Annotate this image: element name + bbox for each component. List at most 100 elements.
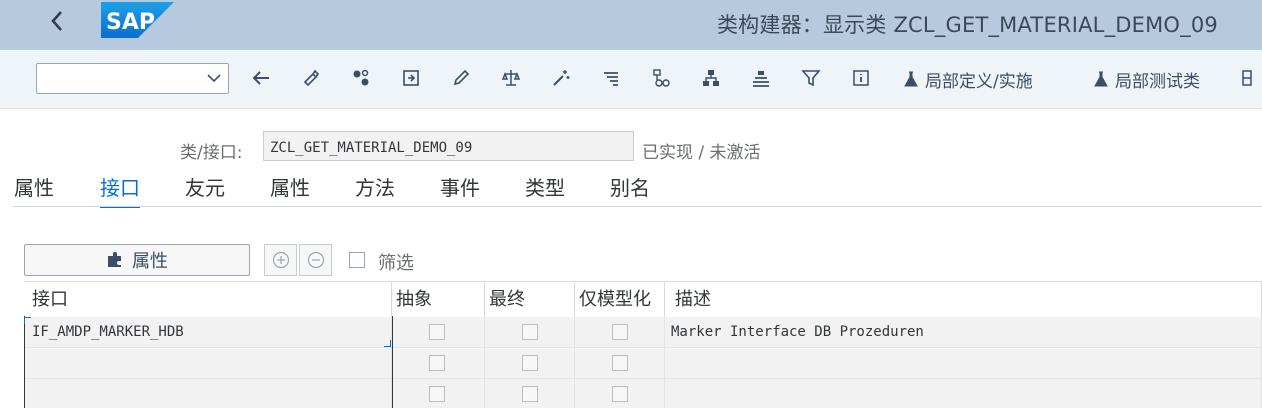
class-status-text: 已实现 / 未激活 — [642, 143, 761, 163]
row-marker-line — [24, 316, 25, 408]
abstract-cell — [392, 348, 485, 378]
info-button[interactable] — [851, 68, 871, 88]
puzzle-icon — [108, 252, 121, 267]
tab-properties[interactable]: 属性 — [14, 172, 54, 206]
edit-icon — [453, 69, 470, 86]
activate-icon — [403, 70, 419, 86]
stack-icon — [753, 71, 769, 87]
modeled-only-checkbox[interactable] — [612, 324, 628, 340]
tab-types[interactable]: 类型 — [525, 172, 565, 206]
where-used-icon — [353, 69, 369, 86]
abstract-checkbox[interactable] — [429, 324, 445, 340]
final-checkbox[interactable] — [522, 386, 538, 402]
flask-icon — [904, 71, 918, 87]
attributes-button-label: 属性 — [132, 251, 168, 272]
tab-attributes[interactable]: 属性 — [270, 172, 310, 206]
filter-button[interactable] — [801, 68, 821, 88]
column-header-final[interactable]: 最终 — [485, 282, 575, 318]
local-definitions-button[interactable]: 局部定义/实施 — [903, 67, 1033, 92]
title-bar: SAP 类构建器：显示类 ZCL_GET_MATERIAL_DEMO_09 — [0, 0, 1262, 50]
attributes-button[interactable]: 属性 — [24, 244, 250, 276]
abstract-checkbox[interactable] — [429, 355, 445, 371]
description-cell — [665, 348, 1262, 378]
modeled-only-checkbox[interactable] — [612, 386, 628, 402]
column-header-description[interactable]: 描述 — [665, 282, 1262, 318]
modeled-only-cell — [575, 379, 665, 408]
final-checkbox[interactable] — [522, 355, 538, 371]
tab-strip: 属性 接口 友元 属性 方法 事件 类型 别名 — [0, 172, 1262, 208]
svg-text:SAP: SAP — [106, 10, 155, 35]
final-cell — [485, 317, 575, 347]
command-field[interactable] — [36, 63, 229, 94]
modeled-only-checkbox[interactable] — [612, 355, 628, 371]
overflow-icon — [1242, 70, 1252, 86]
abstract-cell — [392, 379, 485, 408]
sap-logo: SAP — [101, 2, 174, 38]
back-button[interactable] — [44, 8, 70, 34]
tab-interfaces[interactable]: 接口 — [100, 172, 140, 208]
description-cell — [665, 379, 1262, 408]
abstract-checkbox[interactable] — [429, 386, 445, 402]
column-header-interface[interactable]: 接口 — [24, 282, 392, 318]
tab-methods[interactable]: 方法 — [355, 172, 395, 206]
other-object-button[interactable] — [301, 68, 321, 88]
add-row-button[interactable] — [264, 244, 297, 276]
activate-button[interactable] — [401, 68, 421, 88]
stack-button[interactable] — [751, 68, 771, 88]
final-cell — [485, 348, 575, 378]
plus-circle-icon — [272, 251, 289, 269]
table-header: 接口 抽象 最终 仅模型化 描述 — [24, 281, 1262, 319]
wizard-button[interactable] — [551, 68, 571, 88]
chevron-down-icon — [207, 74, 221, 83]
more-button[interactable] — [1240, 68, 1260, 88]
final-cell — [485, 379, 575, 408]
page-title: 类构建器：显示类 ZCL_GET_MATERIAL_DEMO_09 — [716, 13, 1218, 37]
interface-name-cell[interactable]: IF_AMDP_MARKER_HDB — [24, 317, 392, 347]
tree-icon — [703, 70, 719, 86]
modeled-only-cell — [575, 348, 665, 378]
magic-wand-icon — [553, 70, 570, 86]
back-arrow-button[interactable] — [251, 68, 271, 88]
minus-circle-icon — [307, 251, 324, 269]
abstract-cell — [392, 317, 786, 347]
interface-name-cell[interactable] — [24, 379, 392, 408]
column-separator — [392, 316, 393, 408]
remove-row-button[interactable] — [299, 244, 332, 276]
tab-aliases[interactable]: 别名 — [610, 172, 650, 206]
description-cell: Marker Interface DB Prozeduren — [665, 317, 1262, 347]
hierarchy-icon — [653, 69, 670, 87]
graph-button[interactable] — [651, 68, 671, 88]
tab-events[interactable]: 事件 — [440, 172, 480, 206]
table-row[interactable] — [24, 348, 1262, 379]
column-header-modeled-only[interactable]: 仅模型化 — [575, 282, 665, 318]
flask-icon — [1094, 71, 1108, 87]
table-row[interactable] — [24, 379, 1262, 408]
filter-list-icon — [604, 72, 618, 86]
check-button[interactable] — [501, 68, 521, 88]
funnel-icon — [801, 70, 821, 87]
column-header-abstract[interactable]: 抽象 — [392, 282, 485, 318]
interface-name-cell[interactable] — [24, 348, 392, 378]
application-toolbar: 局部定义/实施 局部测试类 — [0, 50, 1262, 109]
edit-button[interactable] — [451, 68, 471, 88]
focus-corner — [384, 340, 391, 347]
tab-friends[interactable]: 友元 — [185, 172, 225, 206]
local-definitions-label: 局部定义/实施 — [925, 71, 1033, 92]
pretty-printer-button[interactable] — [601, 68, 621, 88]
focus-corner — [24, 317, 31, 324]
filter-label: 筛选 — [378, 253, 414, 274]
chevron-left-icon — [51, 11, 62, 31]
class-name-field[interactable]: ZCL_GET_MATERIAL_DEMO_09 — [263, 131, 634, 161]
local-test-classes-button[interactable]: 局部测试类 — [1093, 67, 1200, 92]
local-test-classes-label: 局部测试类 — [1115, 71, 1200, 92]
where-used-button[interactable] — [351, 68, 371, 88]
modeled-only-cell — [575, 317, 665, 347]
info-icon — [853, 70, 869, 86]
arrow-left-icon — [252, 71, 269, 85]
other-object-icon — [303, 69, 320, 87]
filter-checkbox[interactable] — [349, 252, 365, 268]
balance-icon — [501, 70, 521, 86]
final-checkbox[interactable] — [522, 324, 538, 340]
table-row[interactable]: IF_AMDP_MARKER_HDB Marker Interface DB P… — [24, 317, 1262, 348]
hierarchy-button[interactable] — [701, 68, 721, 88]
